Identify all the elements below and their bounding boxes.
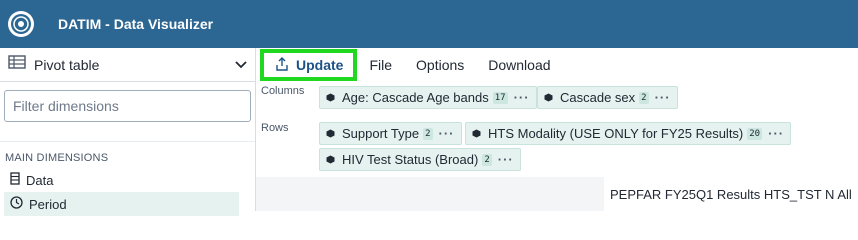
chip-label: HIV Test Status (Broad)	[342, 152, 479, 167]
update-label: Update	[296, 57, 344, 73]
options-menu[interactable]: Options	[404, 57, 476, 73]
update-icon	[274, 56, 290, 75]
chip-label: HTS Modality (USE ONLY for FY25 Results)	[488, 126, 744, 141]
chip-count-badge: 17	[492, 91, 508, 104]
chip-count-badge: 2	[482, 153, 492, 166]
app-title: DATIM - Data Visualizer	[58, 16, 214, 32]
rows-label: Rows	[261, 122, 289, 134]
filter-row: Filter dimensions	[0, 90, 255, 142]
main-dimensions-heading: MAIN DIMENSIONS	[5, 152, 109, 164]
more-icon[interactable]: ···	[655, 90, 671, 105]
chip-label: Support Type	[342, 126, 420, 141]
dimension-item-label: Period	[29, 196, 67, 212]
table-icon	[8, 55, 26, 74]
column-chip-sex[interactable]: Cascade sex 2 ···	[537, 86, 678, 109]
row-chip-hiv-test-status[interactable]: HIV Test Status (Broad) 2 ···	[319, 148, 521, 171]
database-icon	[10, 172, 20, 188]
visualization-type-label: Pivot table	[34, 56, 100, 73]
update-button[interactable]: Update	[260, 49, 358, 81]
column-chip-age[interactable]: Age: Cascade Age bands 17 ···	[319, 86, 537, 109]
app-logo-icon[interactable]	[8, 11, 34, 37]
more-icon[interactable]: ···	[514, 90, 530, 105]
dimension-item-label: Data	[26, 172, 54, 188]
menu-bar: Update File Options Download	[256, 48, 858, 82]
row-chip-support-type[interactable]: Support Type 2 ···	[319, 122, 462, 145]
chip-count-badge: 2	[639, 91, 649, 104]
visualization-canvas: PEPFAR FY25Q1 Results HTS_TST N All	[256, 177, 858, 211]
dimension-cube-icon	[326, 129, 335, 138]
chip-count-badge: 20	[747, 127, 763, 140]
dimension-cube-icon	[472, 129, 481, 138]
app-header: DATIM - Data Visualizer	[0, 0, 858, 48]
dimension-cube-icon	[326, 93, 335, 102]
dimension-cube-icon	[326, 155, 335, 164]
file-menu[interactable]: File	[357, 57, 404, 73]
more-icon[interactable]: ···	[768, 126, 784, 141]
chip-label: Cascade sex	[560, 90, 636, 105]
visualization-title: PEPFAR FY25Q1 Results HTS_TST N All	[604, 177, 858, 211]
dimension-cube-icon	[544, 93, 553, 102]
more-icon[interactable]: ···	[439, 126, 455, 141]
dimensions-panel: Pivot table Filter dimensions MAIN DIMEN…	[0, 48, 256, 216]
dimension-item-period[interactable]: Period	[4, 192, 239, 216]
dimension-item-data[interactable]: Data	[0, 168, 255, 192]
layout-area: Columns Rows Age: Cascade Age bands 17 ·…	[256, 82, 858, 177]
chevron-down-icon	[235, 56, 247, 74]
filter-dimensions-input[interactable]: Filter dimensions	[4, 90, 251, 122]
row-chip-hts-modality[interactable]: HTS Modality (USE ONLY for FY25 Results)…	[465, 122, 792, 145]
columns-label: Columns	[261, 85, 305, 97]
visualization-type-selector[interactable]: Pivot table	[0, 48, 255, 82]
chip-label: Age: Cascade Age bands	[342, 90, 489, 105]
clock-icon	[10, 196, 23, 212]
chip-count-badge: 2	[423, 127, 433, 140]
download-menu[interactable]: Download	[476, 57, 562, 73]
more-icon[interactable]: ···	[498, 152, 514, 167]
